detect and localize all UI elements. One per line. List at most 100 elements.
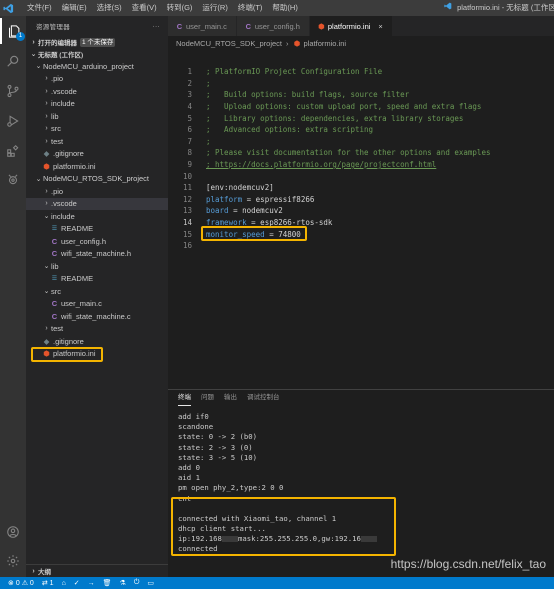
- file-tree-label: .pio: [51, 74, 64, 84]
- terminal-line: state: 3 -> 5 (10): [178, 453, 548, 463]
- line-text: ; Please visit documentation for the oth…: [206, 148, 490, 157]
- menu-item[interactable]: 转到(G): [162, 0, 198, 16]
- file-tree: ⌄ NodeMCU_arduino_project › .pio › .vscode › in…: [26, 60, 168, 362]
- breadcrumb-folder[interactable]: NodeMCU_RTOS_SDK_project: [176, 39, 282, 48]
- doc-link[interactable]: ; https://docs.platformio.org/page/proje…: [206, 160, 436, 169]
- breadcrumb-file[interactable]: platformio.ini: [304, 39, 347, 48]
- file-tree-label: lib: [51, 111, 59, 121]
- account-icon[interactable]: [0, 519, 26, 545]
- file-tree-item[interactable]: › .pio: [26, 73, 168, 86]
- line-text: ; PlatformIO Project Configuration File: [206, 67, 382, 76]
- chevron-down-icon: ⌄: [35, 63, 42, 71]
- file-tree-item[interactable]: › test: [26, 135, 168, 148]
- editor-tab[interactable]: Cuser_main.c: [168, 16, 237, 36]
- menu-item[interactable]: 选择(S): [92, 0, 127, 16]
- problems-status[interactable]: ⊗ 0 ⚠ 0: [8, 579, 34, 588]
- settings-gear-icon[interactable]: [0, 548, 26, 574]
- file-tree-label: .pio: [51, 186, 64, 196]
- error-count: 0: [15, 579, 20, 587]
- file-tree-item[interactable]: › src: [26, 123, 168, 136]
- error-icon: ⊗: [8, 580, 14, 587]
- pio-test-icon[interactable]: ⚗: [120, 579, 126, 587]
- code-editor[interactable]: 1 ; PlatformIO Project Configuration File…: [168, 66, 554, 252]
- file-tree-item[interactable]: › .pio: [26, 185, 168, 198]
- pio-upload-icon[interactable]: →: [88, 580, 95, 587]
- file-tree-label: include: [51, 211, 75, 221]
- menu-item[interactable]: 编辑(E): [57, 0, 92, 16]
- close-icon[interactable]: ×: [378, 22, 382, 31]
- code-text: ; Library options: dependencies, extra l…: [206, 113, 464, 123]
- file-tree-item[interactable]: ⌄ lib: [26, 260, 168, 273]
- menu-item[interactable]: 查看(V): [127, 0, 162, 16]
- file-tree-label: .vscode: [51, 199, 77, 209]
- outline-section[interactable]: › 大纲: [26, 564, 168, 577]
- platformio-file-icon: ⬢: [293, 38, 301, 48]
- pio-terminal-icon[interactable]: ▭: [147, 579, 154, 587]
- menu-item[interactable]: 终端(T): [233, 0, 268, 16]
- file-tree-item[interactable]: Cwifi_state_machine.c: [26, 310, 168, 323]
- pio-serial-monitor-icon[interactable]: ⏻: [134, 579, 140, 587]
- editor-tab[interactable]: Cuser_config.h: [236, 16, 310, 36]
- file-tree-item[interactable]: › lib: [26, 110, 168, 123]
- file-tree-label: .gitignore: [53, 336, 84, 346]
- remote-status[interactable]: ⇄ 1: [42, 579, 54, 588]
- file-tree-item[interactable]: › .vscode: [26, 197, 168, 210]
- line-number: 7: [187, 136, 192, 146]
- chevron-down-icon: ⌄: [43, 213, 50, 221]
- file-tree-item[interactable]: Cwifi_state_machine.h: [26, 248, 168, 261]
- platformio-icon[interactable]: [0, 166, 26, 192]
- more-actions-icon[interactable]: ···: [153, 23, 160, 30]
- file-tree-item[interactable]: ⬢ platformio.ini: [26, 160, 168, 173]
- file-tree-label: README: [61, 224, 94, 234]
- line-number: 9: [187, 160, 192, 170]
- pio-home-icon[interactable]: ⌂: [62, 580, 66, 587]
- bottom-panel: 终端 问题 输出 调试控制台 add if0 scandone state: 0 -> 2…: [168, 389, 554, 577]
- panel-tab[interactable]: 调试控制台: [247, 391, 280, 405]
- file-tree-item[interactable]: ⬢ platformio.ini: [26, 346, 168, 362]
- source-control-icon[interactable]: [0, 78, 26, 104]
- terminal-line: state: 2 -> 3 (0): [178, 443, 548, 453]
- editor-area: Cuser_main.c Cuser_config.h ⬢ platformio.in…: [168, 16, 554, 389]
- editor-tab[interactable]: ⬢ platformio.ini ×: [309, 16, 393, 36]
- breadcrumb: NodeMCU_RTOS_SDK_project › ⬢ platformio.…: [168, 36, 554, 50]
- workspace-section[interactable]: ⌄ 无标题 (工作区): [26, 48, 168, 60]
- file-tree-item[interactable]: ⌄ NodeMCU_RTOS_SDK_project: [26, 173, 168, 186]
- file-tree-item[interactable]: ☰ README: [26, 273, 168, 286]
- file-tree-item[interactable]: ⌄ include: [26, 210, 168, 223]
- file-tree-item[interactable]: › .vscode: [26, 85, 168, 98]
- panel-tab[interactable]: 终端: [178, 391, 191, 406]
- file-tree-item[interactable]: ⌄ NodeMCU_arduino_project: [26, 60, 168, 73]
- file-tree-item[interactable]: ☰ README: [26, 223, 168, 236]
- code-text: ; Build options: build flags, source fil…: [206, 90, 410, 100]
- file-tree-label: .vscode: [51, 86, 77, 96]
- menu-item[interactable]: 文件(F): [22, 0, 57, 16]
- search-icon[interactable]: [0, 48, 26, 74]
- pio-build-icon[interactable]: ✓: [74, 579, 80, 587]
- file-tree-item[interactable]: Cuser_main.c: [26, 298, 168, 311]
- terminal-line: add 0: [178, 463, 548, 473]
- file-tree-label: user_main.c: [61, 299, 102, 309]
- readme-file-icon: ☰: [51, 276, 58, 283]
- extensions-icon[interactable]: [0, 138, 26, 164]
- file-tree-item[interactable]: › include: [26, 98, 168, 111]
- menu-item[interactable]: 帮助(H): [267, 0, 302, 16]
- line-number: 4: [187, 102, 192, 112]
- pio-clean-icon[interactable]: 🗑: [103, 579, 112, 587]
- panel-tab[interactable]: 输出: [224, 391, 237, 405]
- file-tree-item[interactable]: ◆ .gitignore: [26, 335, 168, 348]
- open-editors-section[interactable]: › 打开的编辑器 1 个未保存: [26, 36, 168, 48]
- file-tree-item[interactable]: ⌄ src: [26, 285, 168, 298]
- explorer-icon[interactable]: 1: [0, 18, 26, 44]
- config-value: = nodemcuv2: [228, 206, 283, 216]
- chevron-down-icon: ⌄: [35, 175, 42, 183]
- run-debug-icon[interactable]: [0, 108, 26, 134]
- panel-tab[interactable]: 问题: [201, 391, 214, 405]
- terminal-text: state: 3 -> 5 (10): [178, 452, 258, 462]
- watermark: https://blog.csdn.net/felix_tao: [390, 557, 546, 571]
- menu-item[interactable]: 运行(R): [197, 0, 232, 16]
- file-tree-item[interactable]: ◆ .gitignore: [26, 148, 168, 161]
- file-tree-item[interactable]: Cuser_config.h: [26, 235, 168, 248]
- file-tree-label: NodeMCU_RTOS_SDK_project: [43, 174, 150, 184]
- code-text: ;: [206, 136, 211, 146]
- file-tree-item[interactable]: › test: [26, 323, 168, 336]
